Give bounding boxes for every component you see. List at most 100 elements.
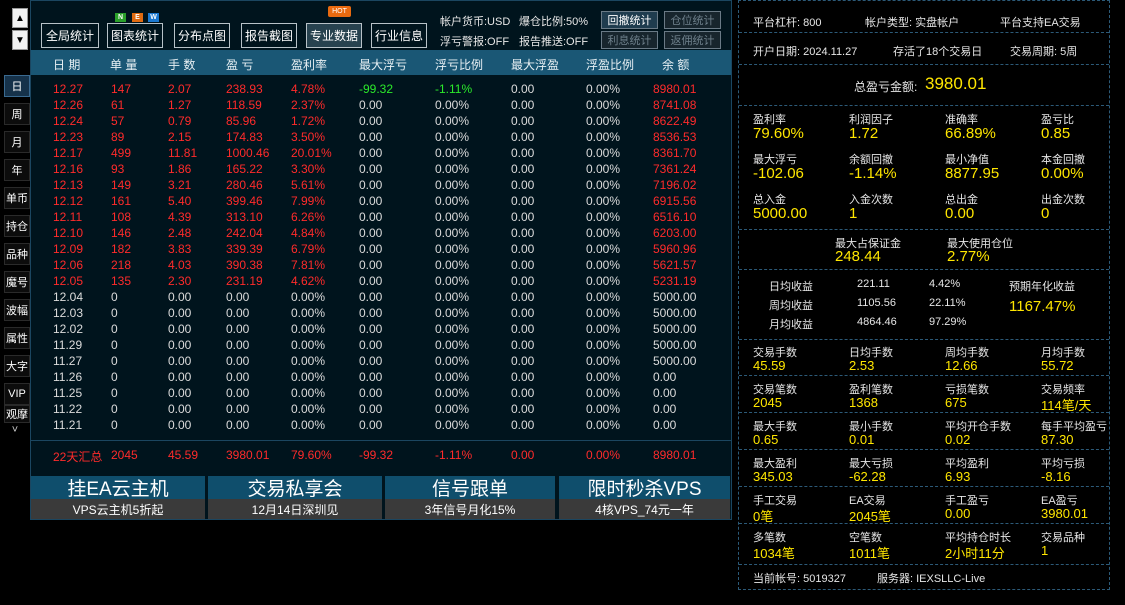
toolbar-button[interactable]: 报告截图 bbox=[241, 23, 297, 48]
nav-item[interactable]: VIP bbox=[4, 383, 30, 405]
nav-item[interactable]: 观摩 bbox=[4, 405, 30, 423]
table-row[interactable]: 12.12 161 5.40 399.46 7.99% 0.00 0.00% 0.00 0.00… bbox=[31, 194, 731, 210]
table-row[interactable]: 12.06 218 4.03 390.38 7.81% 0.00 0.00% 0.00 0.00… bbox=[31, 258, 731, 274]
trade-days: 存活了18个交易日 bbox=[893, 46, 983, 58]
table-row[interactable]: 12.13 149 3.21 280.46 5.61% 0.00 0.00% 0.00 0.00… bbox=[31, 178, 731, 194]
cell-pnl: 0.00 bbox=[226, 354, 250, 368]
cell-date: 11.22 bbox=[53, 402, 83, 416]
col-orders[interactable]: 单 量 bbox=[110, 56, 137, 73]
table-row[interactable]: 12.04 0 0.00 0.00 0.00% 0.00 0.00% 0.00 0.00% 500… bbox=[31, 290, 731, 306]
table-row[interactable]: 12.26 61 1.27 118.59 2.37% 0.00 0.00% 0.00 0.00%… bbox=[31, 98, 731, 114]
cell-lots: 0.00 bbox=[168, 370, 192, 384]
cell-pnl: 174.83 bbox=[226, 130, 263, 144]
cell-float-profit-ratio: 0.00% bbox=[586, 258, 621, 272]
promo-banner[interactable]: 交易私享会 bbox=[208, 476, 382, 500]
current-account: 当前帐号: 5019327 bbox=[753, 573, 846, 585]
account-currency: 帐户货币:USD bbox=[440, 16, 511, 28]
table-row[interactable]: 12.27 147 2.07 238.93 4.78% -99.32 -1.11% 0.00 0… bbox=[31, 82, 731, 98]
cell-max-float-loss: 0.00 bbox=[359, 274, 383, 288]
table-row[interactable]: 12.02 0 0.00 0.00 0.00% 0.00 0.00% 0.00 0.00% 500… bbox=[31, 322, 731, 338]
table-row[interactable]: 11.29 0 0.00 0.00 0.00% 0.00 0.00% 0.00 0.00% 500… bbox=[31, 338, 731, 354]
col-balance[interactable]: 余 额 bbox=[662, 56, 689, 73]
cell-date: 12.13 bbox=[53, 178, 84, 192]
table-row[interactable]: 11.21 0 0.00 0.00 0.00% 0.00 0.00% 0.00 0.00% 0.0… bbox=[31, 418, 731, 434]
metric-value: 2小时11分 bbox=[945, 546, 1005, 561]
scroll-down-button[interactable]: ▼ bbox=[12, 30, 28, 50]
cell-float-loss-ratio: 0.00% bbox=[435, 146, 470, 160]
cell-max-float-profit: 0.00 bbox=[511, 98, 535, 112]
server: 服务器: IEXSLLC-Live bbox=[877, 573, 986, 585]
nav-item[interactable]: 波幅 bbox=[4, 299, 30, 321]
nav-item[interactable]: 属性 bbox=[4, 327, 30, 349]
nav-item[interactable]: 年 bbox=[4, 159, 30, 181]
report-push[interactable]: 报告推送:OFF bbox=[519, 33, 588, 49]
cell-max-float-profit: 0.00 bbox=[511, 258, 535, 272]
cell-pnl: 165.22 bbox=[226, 162, 263, 176]
table-row[interactable]: 12.03 0 0.00 0.00 0.00% 0.00 0.00% 0.00 0.00% 500… bbox=[31, 306, 731, 322]
cell-float-loss-ratio: 0.00% bbox=[435, 322, 470, 336]
cell-profit-rate: 4.84% bbox=[291, 226, 326, 240]
nav-more-icon[interactable]: ˅ bbox=[4, 424, 26, 436]
cell-max-float-profit: 0.00 bbox=[511, 338, 535, 352]
nav-item[interactable]: 大字 bbox=[4, 355, 30, 377]
cell-lots: 11.81 bbox=[168, 146, 198, 160]
nav-item[interactable]: 月 bbox=[4, 131, 30, 153]
col-profit-rate[interactable]: 盈利率 bbox=[291, 56, 327, 73]
stats-panel: 全局统计 图表统计 分布点图 报告截图 专业数据 行业信息 HOT N E W 帐户货币:… bbox=[30, 0, 732, 520]
table-row[interactable]: 12.24 57 0.79 85.96 1.72% 0.00 0.00% 0.00 0.00% 8… bbox=[31, 114, 731, 130]
nav-item[interactable]: 品种 bbox=[4, 243, 30, 265]
promo-banner[interactable]: 信号跟单 bbox=[385, 476, 555, 500]
promo-subtitle[interactable]: 12月14日深圳见 bbox=[208, 499, 382, 519]
scroll-up-button[interactable]: ▲ bbox=[12, 8, 28, 28]
toolbar-button[interactable]: 专业数据 bbox=[306, 23, 362, 48]
table-row[interactable]: 11.22 0 0.00 0.00 0.00% 0.00 0.00% 0.00 0.00% 0.0… bbox=[31, 402, 731, 418]
position-stats-button[interactable]: 仓位统计 bbox=[664, 11, 721, 29]
promo-banner[interactable]: 挂EA云主机 bbox=[31, 476, 205, 500]
cell-float-profit-ratio: 0.00% bbox=[586, 386, 621, 400]
table-row[interactable]: 12.09 182 3.83 339.39 6.79% 0.00 0.00% 0.00 0.00… bbox=[31, 242, 731, 258]
col-float-loss-ratio[interactable]: 浮亏比例 bbox=[435, 56, 483, 73]
promo-banner[interactable]: 限时秒杀VPS bbox=[559, 476, 730, 500]
toolbar-button[interactable]: 全局统计 bbox=[41, 23, 99, 48]
toolbar-button[interactable]: 分布点图 bbox=[174, 23, 230, 48]
cell-balance: 5000.00 bbox=[653, 290, 697, 304]
promo-subtitle[interactable]: 3年信号月化15% bbox=[385, 499, 555, 519]
nav-item[interactable]: 日 bbox=[4, 75, 30, 97]
cell-date: 12.10 bbox=[53, 226, 84, 240]
col-pnl[interactable]: 盈 亏 bbox=[226, 56, 253, 73]
table-row[interactable]: 11.27 0 0.00 0.00 0.00% 0.00 0.00% 0.00 0.00% 500… bbox=[31, 354, 731, 370]
cell-pnl: 390.38 bbox=[226, 258, 263, 272]
col-lots[interactable]: 手 数 bbox=[168, 56, 195, 73]
account-summary-panel: 平台杠杆: 800 帐户类型: 实盘帐户 平台支持EA交易 开户日期: 2024… bbox=[738, 0, 1110, 590]
float-loss-alert[interactable]: 浮亏警报:OFF bbox=[440, 33, 509, 49]
nav-item[interactable]: 持仓 bbox=[4, 215, 30, 237]
col-float-profit-ratio[interactable]: 浮盈比例 bbox=[586, 56, 634, 73]
promo-subtitle[interactable]: VPS云主机5折起 bbox=[31, 499, 205, 519]
nav-item[interactable]: 单币 bbox=[4, 187, 30, 209]
metric-value: 79.60% bbox=[753, 125, 804, 142]
margin-call-ratio: 爆仓比例:50% bbox=[519, 16, 589, 28]
table-row[interactable]: 12.16 93 1.86 165.22 3.30% 0.00 0.00% 0.00 0.00%… bbox=[31, 162, 731, 178]
cell-float-loss-ratio: 0.00% bbox=[435, 130, 470, 144]
rebate-stats-button[interactable]: 返佣统计 bbox=[664, 31, 721, 49]
nav-item[interactable]: 魔号 bbox=[4, 271, 30, 293]
nav-item[interactable]: 周 bbox=[4, 103, 30, 125]
cell-orders: 0 bbox=[111, 402, 118, 416]
table-row[interactable]: 12.23 89 2.15 174.83 3.50% 0.00 0.00% 0.00 0.00%… bbox=[31, 130, 731, 146]
col-date[interactable]: 日 期 bbox=[53, 56, 80, 73]
cell-lots: 0.00 bbox=[168, 338, 192, 352]
interest-stats-button[interactable]: 利息统计 bbox=[601, 31, 658, 49]
table-row[interactable]: 11.25 0 0.00 0.00 0.00% 0.00 0.00% 0.00 0.00% 0.0… bbox=[31, 386, 731, 402]
col-max-float-loss[interactable]: 最大浮亏 bbox=[359, 56, 407, 73]
promo-subtitle[interactable]: 4核VPS_74元一年 bbox=[559, 499, 730, 519]
cell-max-float-loss: 0.00 bbox=[359, 354, 383, 368]
table-row[interactable]: 12.05 135 2.30 231.19 4.62% 0.00 0.00% 0.00 0.00… bbox=[31, 274, 731, 290]
toolbar-button[interactable]: 图表统计 bbox=[107, 23, 163, 48]
table-row[interactable]: 12.10 146 2.48 242.04 4.84% 0.00 0.00% 0.00 0.00… bbox=[31, 226, 731, 242]
toolbar-button[interactable]: 行业信息 bbox=[371, 23, 427, 48]
table-row[interactable]: 12.17 499 11.81 1000.46 20.01% 0.00 0.00% 0.00 0… bbox=[31, 146, 731, 162]
table-row[interactable]: 11.26 0 0.00 0.00 0.00% 0.00 0.00% 0.00 0.00% 0.0… bbox=[31, 370, 731, 386]
col-max-float-profit[interactable]: 最大浮盈 bbox=[511, 56, 559, 73]
table-row[interactable]: 12.11 108 4.39 313.10 6.26% 0.00 0.00% 0.00 0.00… bbox=[31, 210, 731, 226]
drawdown-stats-button[interactable]: 回撤统计 bbox=[601, 11, 658, 29]
